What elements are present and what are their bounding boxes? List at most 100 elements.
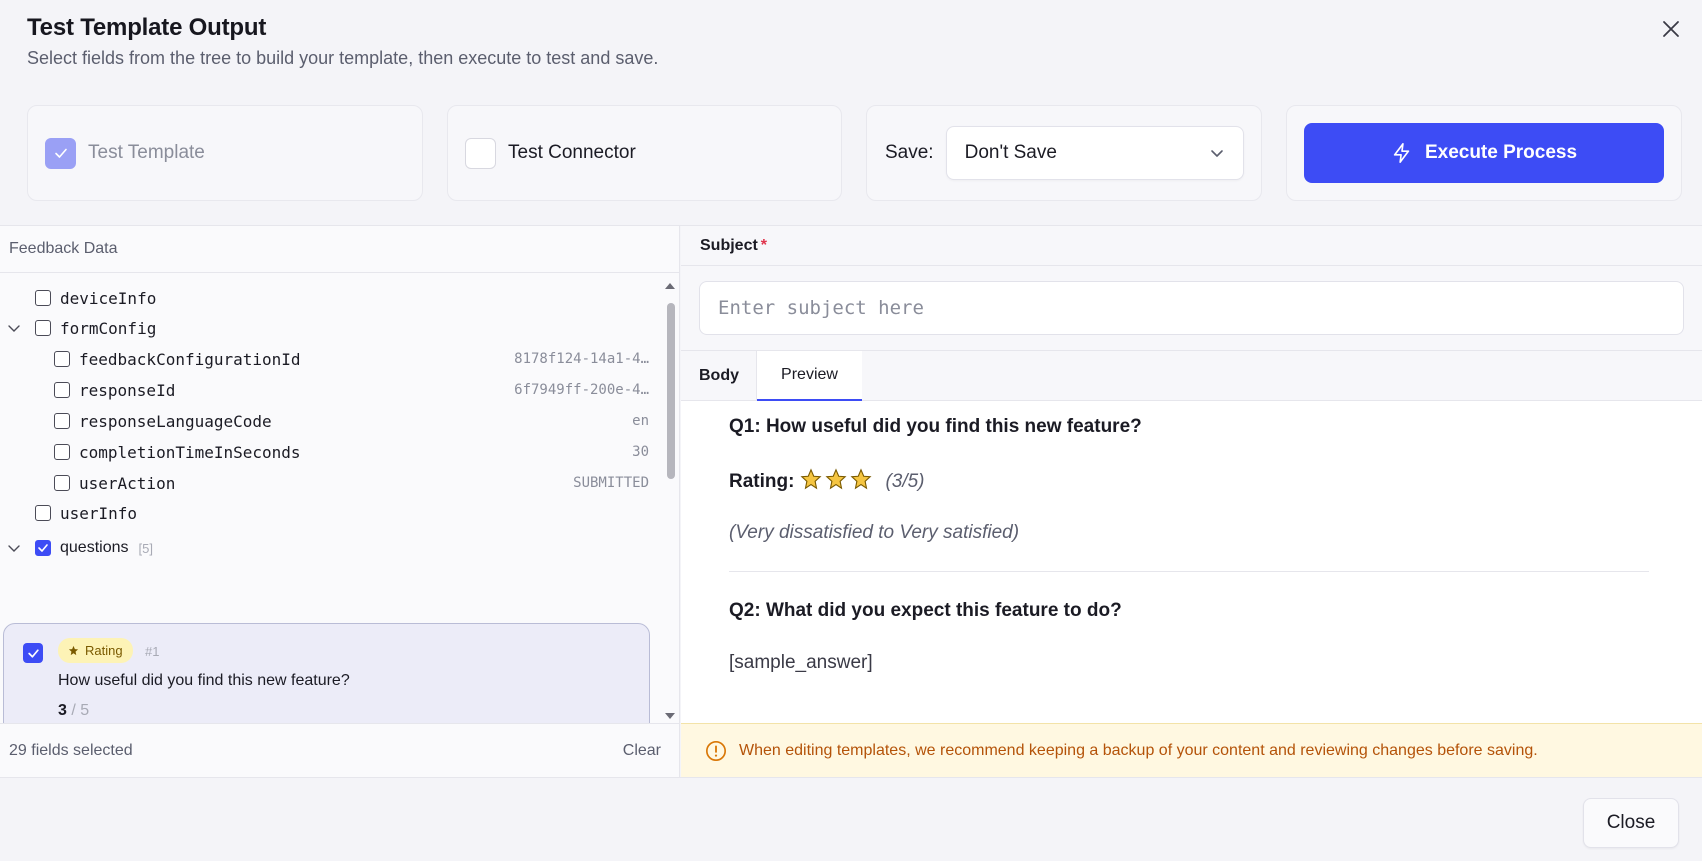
test-template-label: Test Template — [88, 142, 205, 163]
tree-header: Feedback Data — [0, 226, 679, 273]
tree-item-responseId[interactable]: responseId 6f7949ff-200e-4… — [54, 377, 649, 403]
preview-content: Q1: How useful did you find this new fea… — [729, 416, 1649, 674]
divider — [729, 571, 1649, 572]
tree-item-formConfig[interactable]: formConfig — [0, 315, 649, 341]
tree-item-value: 6f7949ff-200e-4… — [514, 382, 649, 398]
check-icon — [54, 148, 67, 158]
tree-item-label: responseId — [79, 380, 176, 400]
close-icon[interactable] — [1660, 18, 1682, 40]
tree-item-userAction[interactable]: userAction SUBMITTED — [54, 470, 649, 496]
clear-button[interactable]: Clear — [623, 742, 661, 760]
tree-item-label: responseLanguageCode — [79, 411, 272, 431]
tree-item-label: completionTimeInSeconds — [79, 442, 301, 462]
tree-item-value: 30 — [632, 444, 649, 460]
preview-q1-title: Q1: How useful did you find this new fea… — [729, 416, 1142, 437]
chevron-down-icon[interactable] — [7, 541, 21, 555]
warning-text: When editing templates, we recommend kee… — [739, 741, 1538, 759]
tree-item-label: deviceInfo — [60, 288, 157, 308]
question-score-value: 3 — [58, 702, 67, 719]
tab-preview[interactable]: Preview — [757, 351, 862, 401]
rating-text: (3/5) — [885, 471, 925, 492]
scroll-thumb[interactable] — [667, 303, 675, 479]
tree-item-label: feedbackConfigurationId — [79, 349, 301, 369]
tree-item-label: userAction — [79, 473, 176, 493]
question-score-max: / 5 — [71, 702, 90, 719]
questions-count: [5] — [138, 540, 153, 556]
test-connector-label: Test Connector — [508, 142, 636, 163]
execute-option: Execute Process — [1286, 105, 1682, 201]
chevron-down-icon[interactable] — [7, 321, 21, 335]
fields-selected-count: 29 fields selected — [9, 741, 133, 759]
preview-q2-answer: [sample_answer] — [729, 652, 873, 673]
execute-process-label: Execute Process — [1424, 142, 1578, 163]
test-template-checkbox[interactable] — [45, 137, 76, 169]
dialog-title: Test Template Output — [27, 14, 267, 41]
subject-input[interactable] — [699, 281, 1684, 335]
test-connector-option[interactable]: Test Connector — [447, 105, 842, 201]
question-type-badge: Rating — [58, 638, 133, 663]
tree-item-label: formConfig — [60, 318, 157, 338]
preview-q2-title: Q2: What did you expect this feature to … — [729, 600, 1122, 621]
question-card[interactable]: Rating #1 How useful did you find this n… — [3, 623, 650, 723]
test-connector-checkbox[interactable] — [465, 137, 496, 169]
tree-item-responseLanguageCode[interactable]: responseLanguageCode en — [54, 408, 649, 434]
tree-item-value: 8178f124-14a1-4… — [514, 351, 649, 367]
tree-item-feedbackConfigurationId[interactable]: feedbackConfigurationId 8178f124-14a1-4… — [54, 346, 649, 372]
rating-scale: (Very dissatisfied to Very satisfied) — [729, 522, 1020, 543]
tree-footer: 29 fields selected Clear — [0, 723, 679, 777]
dialog-footer: Close — [0, 777, 1702, 861]
star-icon — [825, 468, 847, 490]
question-checkbox[interactable] — [23, 643, 43, 663]
star-icon — [800, 468, 822, 490]
tree-scrollbar[interactable] — [663, 281, 677, 721]
save-select-value: Don't Save — [964, 142, 1057, 163]
check-icon — [27, 648, 39, 658]
field-tree: deviceInfo formConfig feedbackConfigurat… — [0, 273, 679, 723]
tree-checkbox[interactable] — [54, 382, 70, 398]
rating-label: Rating: — [729, 471, 795, 492]
tree-item-label: questions — [60, 539, 129, 556]
tree-checkbox[interactable] — [35, 320, 51, 336]
question-type-label: Rating — [85, 643, 123, 658]
tab-body[interactable]: Body — [681, 351, 757, 401]
tree-checkbox[interactable] — [35, 505, 51, 521]
tree-checkbox[interactable] — [54, 351, 70, 367]
star-icon — [68, 645, 79, 656]
tree-checkbox[interactable] — [35, 290, 51, 306]
scroll-up-icon[interactable] — [663, 281, 677, 291]
preview-rating: Rating: (3/5) — [729, 468, 1649, 496]
save-option: Save: Don't Save — [866, 105, 1262, 201]
question-text: How useful did you find this new feature… — [58, 672, 350, 689]
field-tree-panel: Feedback Data deviceInfo formConfig feed… — [0, 226, 680, 777]
dialog-subtitle: Select fields from the tree to build you… — [27, 48, 659, 68]
test-template-option[interactable]: Test Template — [27, 105, 423, 201]
tree-checkbox[interactable] — [54, 413, 70, 429]
tree-item-label: userInfo — [60, 503, 138, 523]
tree-item-deviceInfo[interactable]: deviceInfo — [35, 285, 649, 311]
star-icon — [850, 468, 872, 490]
scroll-down-icon[interactable] — [663, 711, 677, 721]
editor-tabs: Body Preview — [681, 351, 1702, 401]
execute-process-button[interactable]: Execute Process — [1304, 123, 1664, 183]
tree-item-userInfo[interactable]: userInfo — [35, 500, 649, 526]
warning-banner: When editing templates, we recommend kee… — [681, 723, 1702, 777]
save-select[interactable]: Don't Save — [945, 126, 1244, 180]
tree-checkbox[interactable] — [54, 444, 70, 460]
tree-item-questions[interactable]: questions [5] — [0, 535, 649, 561]
info-icon — [706, 740, 726, 761]
close-button[interactable]: Close — [1583, 798, 1679, 848]
tree-checkbox[interactable] — [35, 540, 51, 556]
rating-stars — [800, 468, 875, 496]
lightning-icon — [1393, 143, 1410, 163]
question-number: #1 — [145, 644, 160, 659]
subject-field-wrap — [681, 266, 1702, 351]
tree-item-completionTimeInSeconds[interactable]: completionTimeInSeconds 30 — [54, 439, 649, 465]
save-label: Save: — [885, 142, 934, 163]
subject-label: Subject — [700, 236, 758, 254]
tree-item-value: SUBMITTED — [573, 475, 649, 491]
dialog-header: Test Template Output Select fields from … — [27, 14, 658, 69]
subject-header: Subject * — [681, 226, 1702, 266]
tree-checkbox[interactable] — [54, 475, 70, 491]
question-score: 3 / 5 — [58, 702, 89, 720]
tree-item-value: en — [632, 413, 649, 429]
